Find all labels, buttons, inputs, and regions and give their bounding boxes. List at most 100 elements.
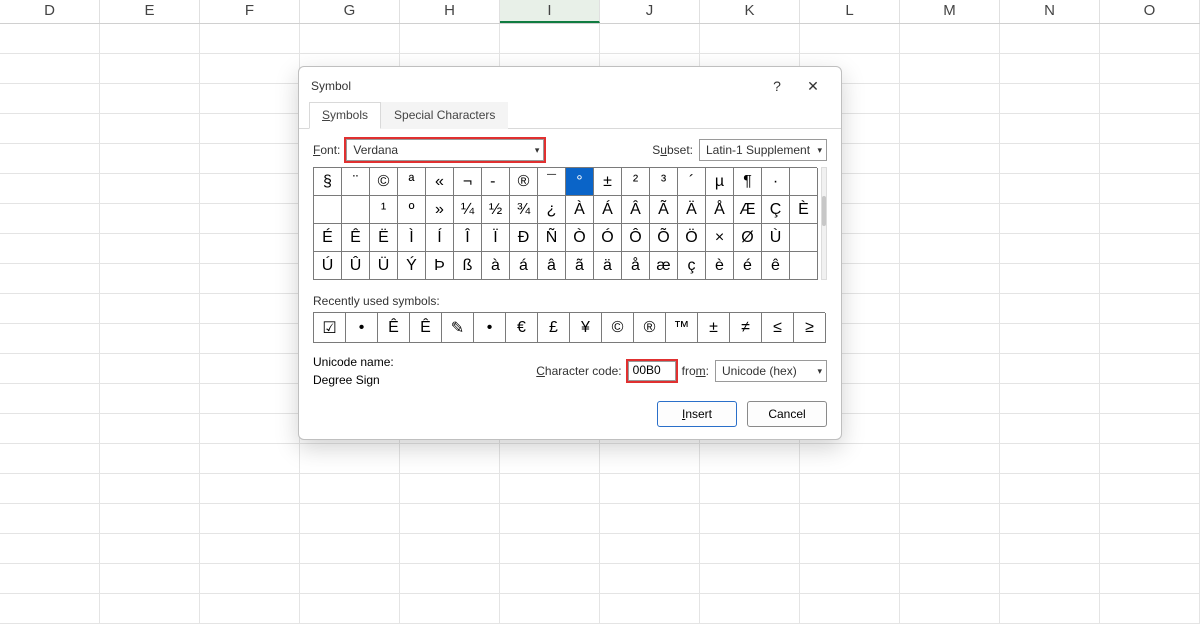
symbol-cell[interactable]: Ö	[678, 224, 706, 252]
cell[interactable]	[300, 24, 400, 53]
recent-symbol-cell[interactable]: ≠	[730, 313, 762, 343]
cell[interactable]	[1000, 444, 1100, 473]
symbol-cell[interactable]: Ð	[510, 224, 538, 252]
cell[interactable]	[0, 354, 100, 383]
cell[interactable]	[900, 504, 1000, 533]
symbol-cell[interactable]: É	[314, 224, 342, 252]
cell[interactable]	[600, 444, 700, 473]
recent-symbol-cell[interactable]: ✎	[442, 313, 474, 343]
cell[interactable]	[800, 564, 900, 593]
column-header-K[interactable]: K	[700, 0, 800, 23]
cell[interactable]	[1000, 84, 1100, 113]
cell[interactable]	[1000, 324, 1100, 353]
cell[interactable]	[1100, 54, 1200, 83]
recent-symbol-cell[interactable]: Ê	[410, 313, 442, 343]
cell[interactable]	[200, 474, 300, 503]
cell[interactable]	[100, 294, 200, 323]
cell[interactable]	[700, 24, 800, 53]
cell[interactable]	[100, 414, 200, 443]
cell[interactable]	[100, 444, 200, 473]
cell[interactable]	[500, 444, 600, 473]
cell[interactable]	[1000, 504, 1100, 533]
cell[interactable]	[300, 444, 400, 473]
symbol-cell[interactable]: È	[790, 196, 818, 224]
cell[interactable]	[200, 54, 300, 83]
cell[interactable]	[1000, 294, 1100, 323]
cell[interactable]	[700, 504, 800, 533]
cell[interactable]	[200, 204, 300, 233]
cell[interactable]	[1100, 414, 1200, 443]
cell[interactable]	[1100, 24, 1200, 53]
close-button[interactable]: ✕	[795, 73, 831, 99]
cell[interactable]	[1000, 414, 1100, 443]
cell[interactable]	[200, 594, 300, 623]
cell[interactable]	[0, 24, 100, 53]
cell[interactable]	[600, 594, 700, 623]
cell[interactable]	[1100, 444, 1200, 473]
recent-symbol-cell[interactable]: Ê	[378, 313, 410, 343]
cell[interactable]	[1100, 324, 1200, 353]
cell[interactable]	[900, 534, 1000, 563]
symbol-cell[interactable]: á	[510, 252, 538, 280]
cell[interactable]	[900, 444, 1000, 473]
cell[interactable]	[200, 564, 300, 593]
cell[interactable]	[1000, 594, 1100, 623]
symbol-cell[interactable]: Ï	[482, 224, 510, 252]
cell[interactable]	[800, 444, 900, 473]
cell[interactable]	[400, 504, 500, 533]
cell[interactable]	[400, 594, 500, 623]
symbol-cell[interactable]	[790, 168, 818, 196]
symbol-cell[interactable]: Â	[622, 196, 650, 224]
cell[interactable]	[500, 534, 600, 563]
cancel-button[interactable]: Cancel	[747, 401, 827, 427]
symbol-cell[interactable]: -­	[482, 168, 510, 196]
cell[interactable]	[1000, 174, 1100, 203]
cell[interactable]	[800, 24, 900, 53]
symbol-cell[interactable]: Ô	[622, 224, 650, 252]
column-header-F[interactable]: F	[200, 0, 300, 23]
cell[interactable]	[500, 474, 600, 503]
scrollbar-thumb[interactable]	[822, 196, 826, 226]
cell[interactable]	[300, 474, 400, 503]
scrollbar-vertical[interactable]	[821, 167, 827, 280]
cell[interactable]	[0, 54, 100, 83]
cell[interactable]	[0, 204, 100, 233]
column-header-L[interactable]: L	[800, 0, 900, 23]
cell[interactable]	[600, 534, 700, 563]
cell[interactable]	[200, 534, 300, 563]
cell[interactable]	[400, 24, 500, 53]
cell[interactable]	[900, 114, 1000, 143]
cell[interactable]	[1100, 294, 1200, 323]
column-header-N[interactable]: N	[1000, 0, 1100, 23]
recent-symbol-cell[interactable]: ±	[698, 313, 730, 343]
cell[interactable]	[200, 324, 300, 353]
symbol-cell[interactable]: «	[426, 168, 454, 196]
cell[interactable]	[300, 534, 400, 563]
cell[interactable]	[900, 474, 1000, 503]
cell[interactable]	[700, 534, 800, 563]
cell[interactable]	[100, 114, 200, 143]
cell[interactable]	[900, 414, 1000, 443]
symbol-cell[interactable]: °	[566, 168, 594, 196]
cell[interactable]	[800, 474, 900, 503]
recent-symbol-cell[interactable]: ®	[634, 313, 666, 343]
recent-symbol-cell[interactable]: ™	[666, 313, 698, 343]
column-header-I[interactable]: I	[500, 0, 600, 23]
symbol-cell[interactable]: º	[398, 196, 426, 224]
cell[interactable]	[800, 534, 900, 563]
symbol-cell[interactable]: Ç	[762, 196, 790, 224]
cell[interactable]	[0, 114, 100, 143]
symbol-cell[interactable]: ©	[370, 168, 398, 196]
symbol-cell[interactable]: â	[538, 252, 566, 280]
recent-symbol-cell[interactable]: ☑	[314, 313, 346, 343]
symbol-cell[interactable]	[342, 196, 370, 224]
cell[interactable]	[1100, 474, 1200, 503]
cell[interactable]	[700, 444, 800, 473]
cell[interactable]	[1000, 234, 1100, 263]
column-header-D[interactable]: D	[0, 0, 100, 23]
cell[interactable]	[100, 204, 200, 233]
column-header-H[interactable]: H	[400, 0, 500, 23]
column-header-G[interactable]: G	[300, 0, 400, 23]
cell[interactable]	[900, 234, 1000, 263]
cell[interactable]	[0, 504, 100, 533]
